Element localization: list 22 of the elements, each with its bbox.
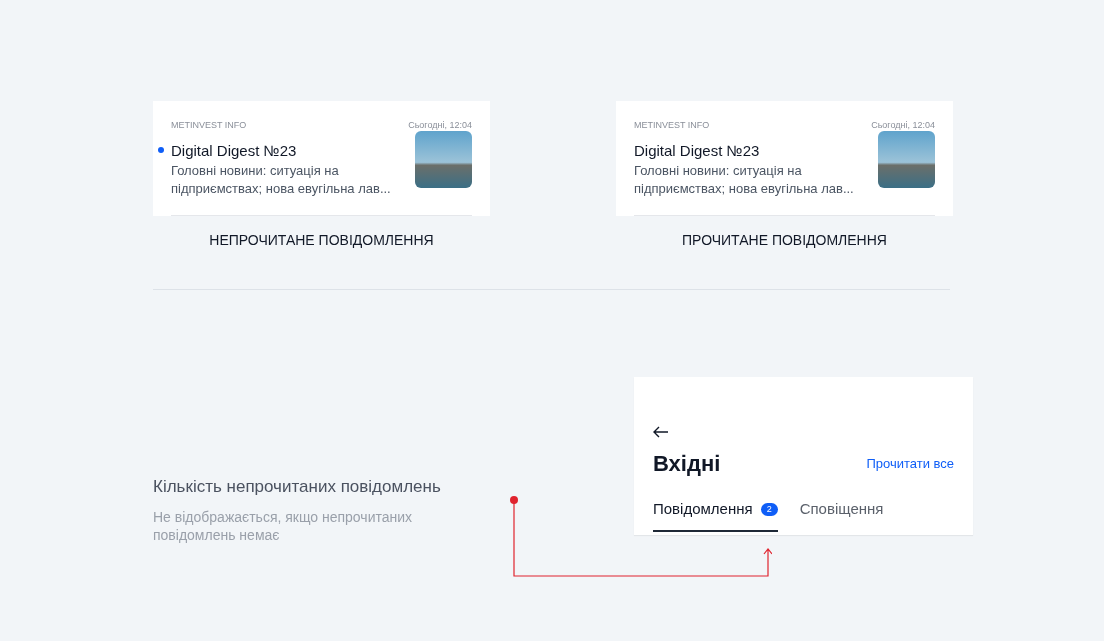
message-title: Digital Digest №23 bbox=[171, 140, 298, 161]
count-badge: 2 bbox=[760, 502, 778, 516]
sender-label: METINVEST INFO bbox=[634, 119, 710, 132]
sender-label: METINVEST INFO bbox=[171, 119, 247, 132]
notification-card[interactable]: METINVEST INFO Сьогодні, 12:04 Digital Digest №23 Головні новини: ситуація на підприємствах; нова евугільна лав... bbox=[153, 101, 490, 216]
caption: НЕПРОЧИТАНЕ ПОВІДОМЛЕННЯ bbox=[209, 231, 434, 250]
message-preview: Головні новини: ситуація на підприємствах; нова евугільна лав... bbox=[171, 161, 392, 198]
timestamp: Сьогодні, 12:04 bbox=[408, 119, 472, 132]
photo-placeholder bbox=[415, 130, 472, 188]
tab[interactable]: Повідомлення 2 bbox=[653, 498, 778, 532]
annotation-title: Кількість непрочитаних повідомлень bbox=[153, 476, 442, 498]
tab[interactable]: Сповіщення bbox=[799, 498, 884, 532]
message-title: Digital Digest №23 bbox=[634, 140, 761, 161]
message-preview: Головні новини: ситуація на підприємствах; нова евугільна лав... bbox=[634, 161, 855, 198]
photo-placeholder bbox=[878, 130, 935, 188]
back-arrow-icon[interactable] bbox=[653, 426, 669, 438]
annotation-description: Не відображається, якщо непрочитаних повідомлень немає bbox=[153, 507, 414, 544]
read-all-link[interactable]: Прочитати все bbox=[866, 453, 954, 474]
page-title: Вхідні bbox=[653, 450, 721, 478]
notification-card[interactable]: METINVEST INFO Сьогодні, 12:04 Digital Digest №23 Головні новини: ситуація на підприємствах; нова евугільна лав... bbox=[616, 101, 953, 216]
timestamp: Сьогодні, 12:04 bbox=[871, 119, 935, 132]
caption: ПРОЧИТАНЕ ПОВІДОМЛЕННЯ bbox=[682, 231, 887, 250]
